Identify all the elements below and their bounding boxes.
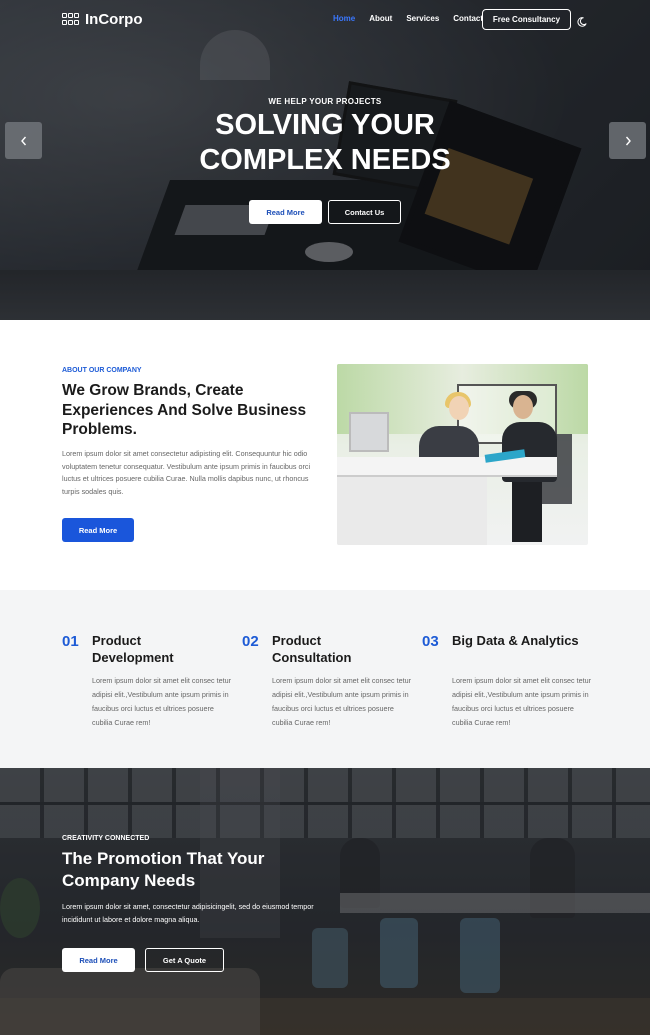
get-a-quote-button[interactable]: Get A Quote	[145, 948, 224, 972]
hero-subtitle: WE HELP YOUR PROJECTS	[268, 97, 382, 106]
top-navbar: InCorpo Home About Services Contact Free…	[0, 0, 650, 40]
promo-buttons: Read More Get A Quote	[62, 948, 224, 972]
moon-icon[interactable]	[577, 14, 587, 27]
about-office-photo	[337, 364, 588, 545]
about-eyebrow: ABOUT OUR COMPANY	[62, 367, 142, 374]
about-read-more-button[interactable]: Read More	[62, 518, 134, 542]
brand-logo[interactable]: InCorpo	[62, 11, 143, 28]
promo-title: The Promotion That Your Company Needs	[62, 849, 265, 890]
brand-name: InCorpo	[85, 11, 143, 28]
nav-link-home[interactable]: Home	[333, 14, 355, 23]
promo-section: CREATIVITY CONNECTED The Promotion That …	[0, 768, 650, 1035]
nav-link-services[interactable]: Services	[406, 14, 439, 23]
service-title: Big Data & Analytics	[452, 633, 579, 648]
hero-title: SOLVING YOUR COMPLEX NEEDS	[0, 108, 650, 178]
about-title: We Grow Brands, Create Experiences And S…	[62, 382, 307, 438]
promo-text: Lorem ipsum dolor sit amet, consectetur …	[62, 902, 314, 924]
hero-read-more-button[interactable]: Read More	[249, 200, 322, 224]
service-number: 01	[62, 633, 79, 650]
main-nav: Home About Services Contact	[333, 14, 497, 23]
promo-read-more-button[interactable]: Read More	[62, 948, 135, 972]
about-section: ABOUT OUR COMPANY We Grow Brands, Create…	[0, 320, 650, 590]
service-title: Product Development	[92, 633, 174, 665]
nav-link-about[interactable]: About	[369, 14, 392, 23]
promo-eyebrow: CREATIVITY CONNECTED	[62, 835, 150, 842]
about-text: Lorem ipsum dolor sit amet consectetur a…	[62, 449, 311, 497]
service-text: Lorem ipsum dolor sit amet elit consec t…	[452, 676, 592, 727]
free-consultancy-button[interactable]: Free Consultancy	[482, 9, 571, 30]
nav-link-contact[interactable]: Contact	[453, 14, 483, 23]
hero-title-line-1: SOLVING YOUR	[215, 109, 435, 141]
service-text: Lorem ipsum dolor sit amet elit consec t…	[272, 676, 412, 727]
hero-section: InCorpo Home About Services Contact Free…	[0, 0, 650, 320]
hero-contact-us-button[interactable]: Contact Us	[328, 200, 401, 224]
service-title: Product Consultation	[272, 633, 352, 665]
logo-grid-icon	[62, 12, 80, 27]
service-number: 02	[242, 633, 259, 650]
service-number: 03	[422, 633, 439, 650]
service-text: Lorem ipsum dolor sit amet elit consec t…	[92, 676, 232, 727]
hero-title-line-2: COMPLEX NEEDS	[199, 144, 451, 176]
hero-buttons: Read More Contact Us	[249, 200, 401, 224]
services-section: 01 Product Development Lorem ipsum dolor…	[0, 590, 650, 768]
